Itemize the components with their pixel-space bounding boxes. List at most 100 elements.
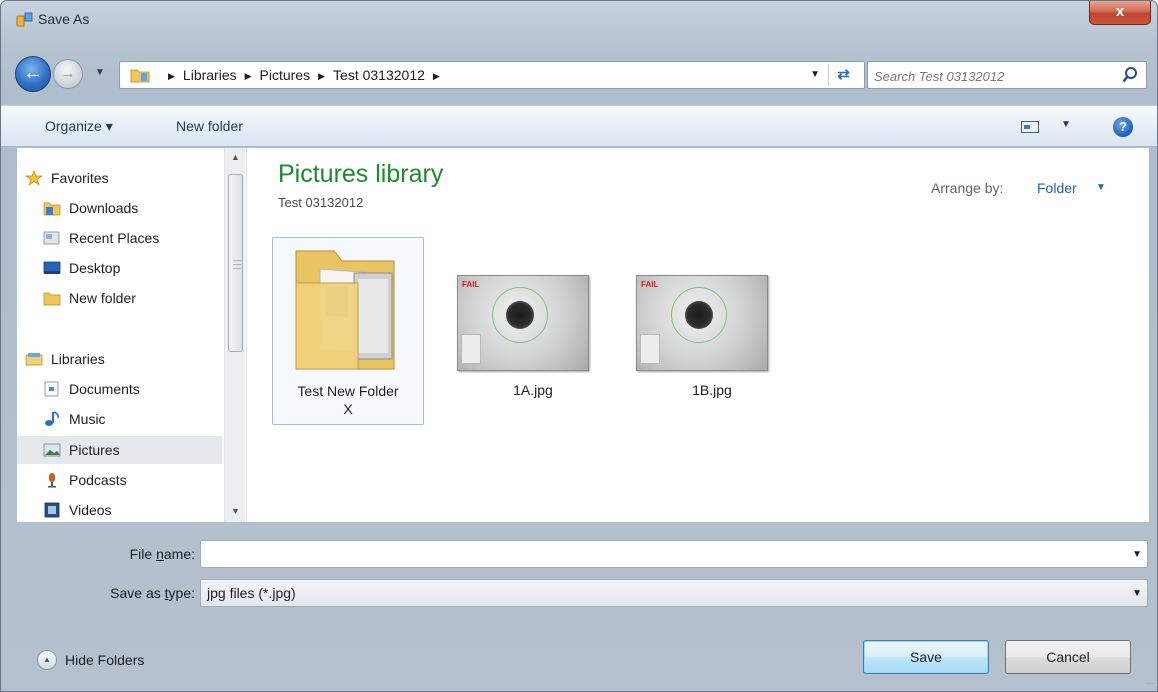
nav-label: Music [69, 411, 106, 427]
chevron-down-icon[interactable]: ▼ [1132, 549, 1142, 560]
libraries-icon [25, 353, 43, 366]
organize-menu-button[interactable]: Organize ▾ [45, 118, 113, 135]
nav-label: Desktop [69, 260, 121, 276]
nav-item-new-folder[interactable]: New folder [17, 284, 222, 312]
chevron-up-icon: ▲ [37, 650, 57, 670]
scroll-up-icon[interactable]: ▲ [225, 152, 246, 162]
library-subtitle: Test 03132012 [278, 195, 364, 210]
search-box[interactable] [867, 61, 1147, 89]
nav-item-desktop[interactable]: Desktop [17, 254, 222, 282]
file-name-label: File name: [129, 546, 195, 562]
file-name-line: X [343, 401, 353, 417]
chevron-right-icon[interactable]: ▶ [318, 71, 325, 82]
file-item-caption: Test New Folder X [273, 382, 423, 418]
nav-item-pictures[interactable]: Pictures [17, 436, 222, 464]
new-folder-button[interactable]: New folder [176, 118, 243, 134]
scroll-down-icon[interactable]: ▼ [225, 506, 246, 516]
chevron-right-icon[interactable]: ▶ [168, 71, 175, 82]
back-arrow-icon: ← [23, 62, 43, 84]
fail-badge: FAIL [462, 280, 480, 289]
breadcrumb-pictures[interactable]: Pictures [260, 67, 311, 83]
nav-label: Favorites [51, 170, 109, 186]
nav-label: New folder [69, 290, 136, 306]
file-item-caption: 1A.jpg [513, 382, 553, 398]
nav-label: Podcasts [69, 472, 127, 488]
chevron-down-icon[interactable]: ▼ [1061, 119, 1071, 130]
nav-item-downloads[interactable]: Downloads [17, 194, 222, 222]
breadcrumb: ▶ Libraries ▶ Pictures ▶ Test 03132012 ▶ [160, 67, 448, 83]
address-dropdown-icon[interactable]: ▼ [810, 69, 820, 80]
podcasts-icon [48, 473, 56, 488]
change-view-button[interactable]: ▼ [1021, 118, 1077, 138]
file-name-input[interactable] [205, 545, 1057, 563]
command-toolbar: Organize ▾ New folder ▼ ? [1, 105, 1157, 147]
breadcrumb-test-folder[interactable]: Test 03132012 [333, 67, 425, 83]
title-bar: Save As x [1, 1, 1157, 39]
nav-item-favorites[interactable]: Favorites [17, 164, 222, 192]
help-icon[interactable]: ? [1113, 117, 1133, 137]
chevron-right-icon[interactable]: ▶ [433, 71, 440, 82]
save-as-app-icon [16, 12, 33, 27]
view-icon [1021, 121, 1039, 133]
nav-item-documents[interactable]: Documents [17, 375, 222, 403]
desktop-icon [43, 261, 61, 274]
recent-places-icon [43, 231, 60, 245]
nav-item-libraries[interactable]: Libraries [17, 345, 222, 373]
search-input[interactable] [874, 66, 1114, 86]
search-icon[interactable] [1122, 66, 1138, 84]
image-thumbnail: FAIL [457, 275, 589, 371]
nav-item-music[interactable]: Music [17, 405, 222, 433]
documents-icon [44, 381, 59, 397]
nav-label: Recent Places [69, 230, 160, 246]
cancel-button[interactable]: Cancel [1005, 640, 1131, 674]
recent-locations-dropdown[interactable]: ▼ [95, 67, 105, 78]
nav-label: Pictures [69, 442, 120, 458]
nav-label: Downloads [69, 200, 139, 216]
save-as-type-value: jpg files (*.jpg) [207, 585, 296, 601]
refresh-icon[interactable]: ⇄ [828, 64, 858, 86]
nav-item-videos[interactable]: Videos [17, 496, 222, 524]
pictures-icon [43, 443, 61, 457]
file-item-1b[interactable]: FAIL 1B.jpg [636, 237, 788, 425]
library-title: Pictures library [278, 160, 444, 188]
chevron-right-icon[interactable]: ▶ [245, 71, 252, 82]
save-button[interactable]: Save [863, 640, 989, 674]
videos-icon [44, 502, 60, 518]
close-button[interactable]: x [1089, 1, 1151, 25]
arrange-by-dropdown[interactable]: Folder [1037, 180, 1077, 196]
hide-folders-label: Hide Folders [65, 652, 145, 668]
breadcrumb-libraries[interactable]: Libraries [183, 67, 237, 83]
save-as-type-select[interactable]: jpg files (*.jpg) ▼ [200, 579, 1148, 607]
folder-icon [43, 292, 61, 306]
music-note-icon [45, 411, 59, 426]
back-button[interactable]: ← [15, 56, 51, 92]
window-title: Save As [38, 11, 90, 27]
nav-scrollbar[interactable]: ▲ — — — ▼ [224, 148, 245, 522]
nav-item-podcasts[interactable]: Podcasts [17, 466, 222, 494]
resize-grip-icon[interactable]: ⋯ [1146, 679, 1154, 688]
grip-icon: — — — [233, 256, 241, 273]
address-bar[interactable]: ▶ Libraries ▶ Pictures ▶ Test 03132012 ▶ ▼ ⇄ [119, 61, 865, 89]
address-row: ← → ▼ ▶ Libraries ▶ Pictures ▶ Test 03132012 ▶… [1, 53, 1157, 97]
image-thumbnail: FAIL [636, 275, 768, 371]
folder-icon [130, 69, 150, 83]
arrange-by-label: Arrange by: [931, 180, 1004, 196]
file-name-field[interactable]: ▼ [200, 540, 1148, 568]
nav-label: Libraries [51, 351, 105, 367]
chevron-down-icon[interactable]: ▼ [1132, 588, 1142, 599]
save-as-dialog: Save As x ← → ▼ ▶ Libraries ▶ Pictures ▶ Test… [0, 0, 1158, 692]
fail-badge: FAIL [641, 280, 659, 289]
scrollbar-thumb[interactable]: — — — [228, 174, 243, 352]
navigation-pane: Favorites Downloads Recent Places Deskto… [17, 148, 246, 522]
file-list-pane: Pictures library Test 03132012 Arrange b… [246, 148, 1149, 522]
save-as-type-label: Save as type: [110, 585, 195, 601]
chevron-down-icon[interactable]: ▼ [1096, 182, 1106, 193]
nav-label: Videos [69, 502, 112, 518]
star-icon [25, 170, 43, 186]
file-item-folder[interactable]: Test New Folder X [272, 237, 424, 425]
nav-item-recent-places[interactable]: Recent Places [17, 224, 222, 252]
file-item-1a[interactable]: FAIL 1A.jpg [457, 237, 609, 425]
nav-label: Documents [69, 381, 140, 397]
downloads-folder-icon [43, 202, 61, 216]
forward-button[interactable]: → [53, 59, 83, 89]
